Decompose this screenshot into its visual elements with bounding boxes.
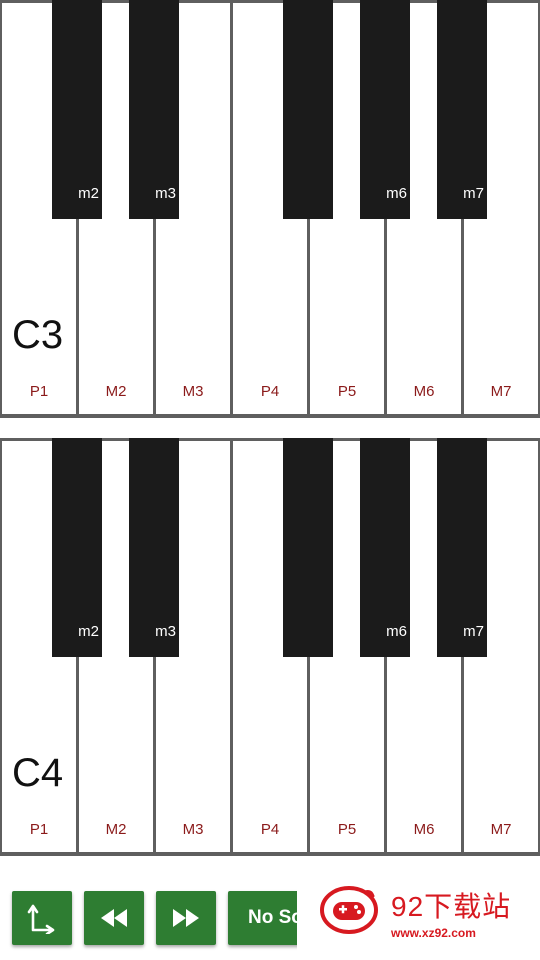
- white-key-label: M2: [105, 821, 127, 838]
- black-key-label: m7: [463, 623, 484, 640]
- black-key[interactable]: [283, 438, 333, 657]
- gamepad-logo-icon: [319, 884, 379, 941]
- fast-forward-button[interactable]: [156, 891, 216, 945]
- white-key-label: M3: [182, 821, 204, 838]
- white-key-label: P5: [337, 383, 357, 400]
- watermark-url: www.xz92.com: [391, 925, 476, 940]
- black-key[interactable]: [283, 0, 333, 219]
- black-key[interactable]: m7: [437, 0, 487, 219]
- black-key-label: m3: [155, 623, 176, 640]
- fast-forward-icon: [172, 909, 200, 927]
- white-key-label: P4: [260, 821, 280, 838]
- black-key-label: m3: [155, 185, 176, 202]
- black-key-label: m6: [386, 185, 407, 202]
- white-key-label: M7: [490, 821, 512, 838]
- white-key-label: P4: [260, 383, 280, 400]
- black-key[interactable]: m6: [360, 438, 410, 657]
- white-key-label: M6: [413, 383, 435, 400]
- black-key-label: m7: [463, 185, 484, 202]
- watermark-text: 92下载站 www.xz92.com: [391, 885, 511, 940]
- black-key[interactable]: m3: [129, 0, 179, 219]
- white-key-label: P5: [337, 821, 357, 838]
- rewind-button[interactable]: [84, 891, 144, 945]
- black-key[interactable]: m6: [360, 0, 410, 219]
- octave-c4: P1 M2 M3 P4 P5 M6 M7 C4 m2 m3 m6 m7: [0, 438, 540, 856]
- white-key-label: P1: [29, 821, 49, 838]
- white-key-label: P1: [29, 383, 49, 400]
- white-key-label: M7: [490, 383, 512, 400]
- watermark-title: 92下载站: [391, 890, 512, 922]
- octave-c3: P1 M2 M3 P4 P5 M6 M7 C3 m2 m3 m6 m7: [0, 0, 540, 418]
- watermark: 92下载站 www.xz92.com: [297, 864, 540, 960]
- black-key-label: m2: [78, 185, 99, 202]
- octave-name: C3: [12, 313, 64, 357]
- direction-button[interactable]: [12, 891, 72, 945]
- black-key-label: m6: [386, 623, 407, 640]
- black-key[interactable]: m2: [52, 0, 102, 219]
- black-key-label: m2: [78, 623, 99, 640]
- black-key[interactable]: m3: [129, 438, 179, 657]
- rewind-icon: [100, 909, 128, 927]
- black-key[interactable]: m2: [52, 438, 102, 657]
- direction-arrow-icon: [27, 902, 57, 934]
- black-key[interactable]: m7: [437, 438, 487, 657]
- white-key-label: M6: [413, 821, 435, 838]
- octave-name: C4: [12, 751, 64, 795]
- white-key-label: M2: [105, 383, 127, 400]
- white-key-label: M3: [182, 383, 204, 400]
